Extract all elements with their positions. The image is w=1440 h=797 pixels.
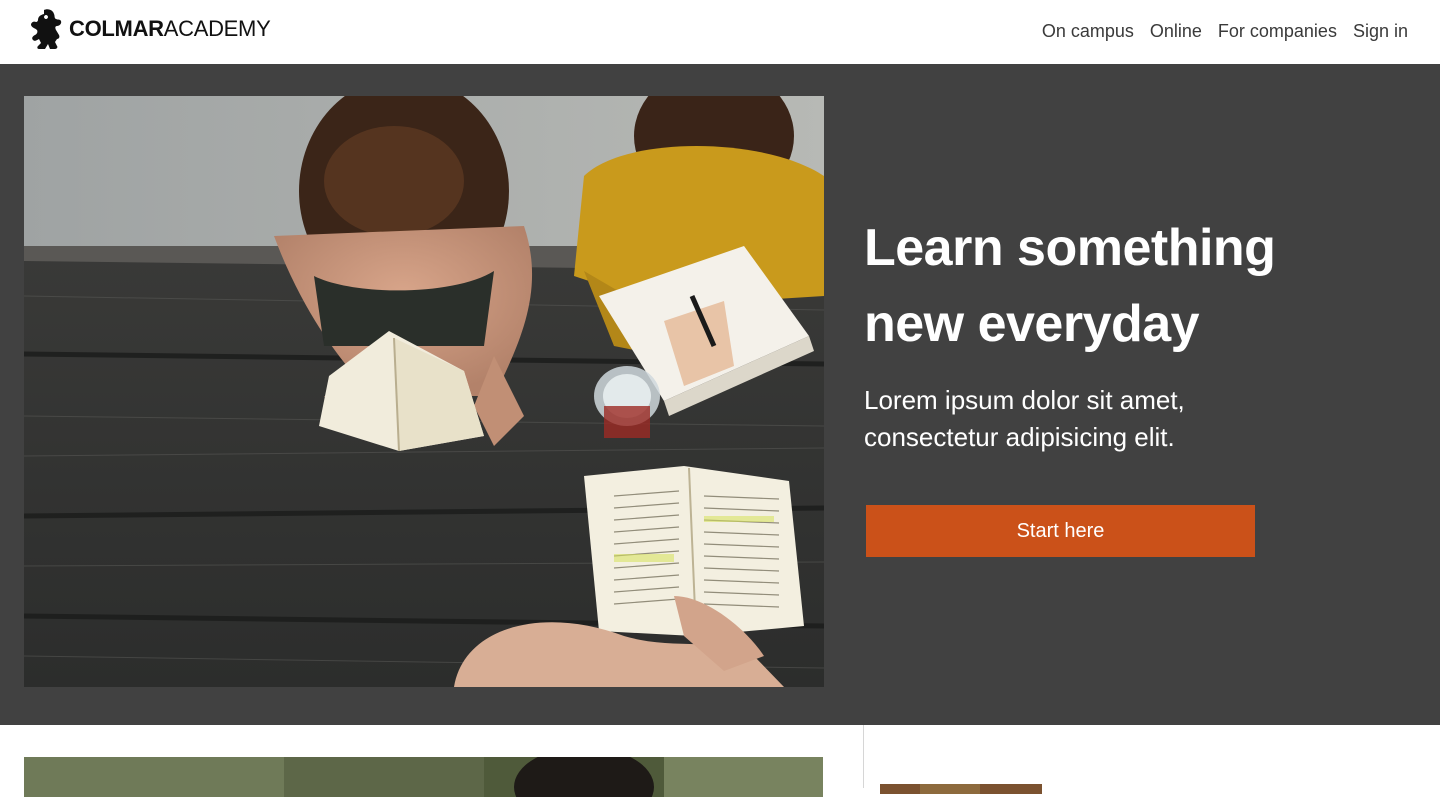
start-here-button[interactable]: Start here (866, 505, 1255, 557)
nav-link-sign-in[interactable]: Sign in (1353, 18, 1408, 44)
hero-subtitle-line1: Lorem ipsum dolor sit amet, (864, 385, 1185, 415)
hero-section: Learn something new everyday Lorem ipsum… (0, 64, 1440, 725)
logo-text-bold: COLMAR (69, 16, 164, 41)
main-nav: On campus Online For companies Sign in (1042, 18, 1408, 44)
hero-title-line2: new everyday (864, 295, 1200, 353)
thumbnail-photo (880, 784, 1042, 794)
hero-subtitle: Lorem ipsum dolor sit amet, consectetur … (864, 382, 1284, 456)
logo-link[interactable]: COLMARACADEMY (30, 8, 271, 50)
column-divider (863, 725, 864, 788)
hero-subtitle-line2: consectetur adipisicing elit. (864, 422, 1175, 452)
feature-photo (24, 757, 823, 797)
students-studying-photo (24, 96, 824, 687)
site-header: COLMARACADEMY On campus Online For compa… (0, 0, 1440, 64)
hero-title: Learn something new everyday (864, 210, 1424, 362)
nav-link-online[interactable]: Online (1150, 18, 1202, 44)
content-section (0, 725, 1440, 797)
nav-link-for-companies[interactable]: For companies (1218, 18, 1337, 44)
nav-link-on-campus[interactable]: On campus (1042, 18, 1134, 44)
lion-icon (31, 9, 62, 50)
hero-title-line1: Learn something (864, 219, 1276, 277)
logo-text-light: ACADEMY (163, 16, 271, 41)
